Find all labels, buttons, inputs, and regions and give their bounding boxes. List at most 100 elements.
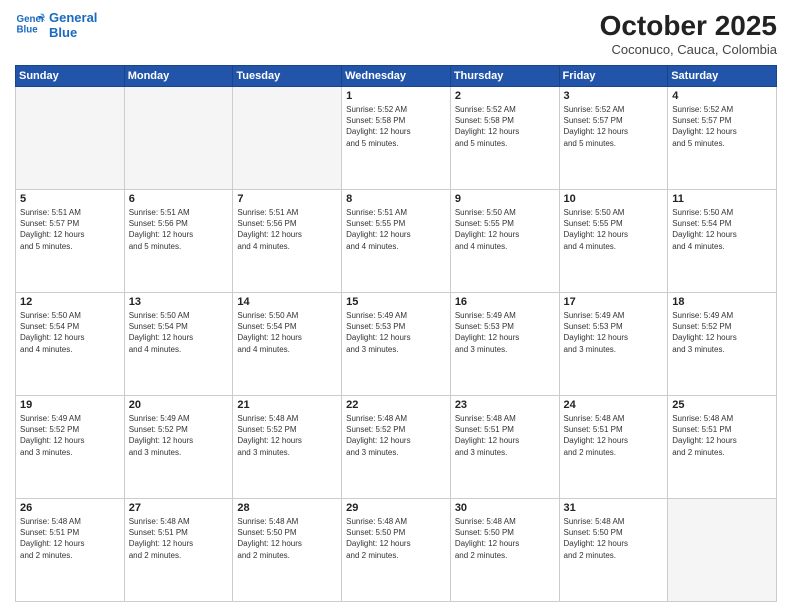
day-number: 11 xyxy=(672,193,772,205)
day-info: Sunrise: 5:48 AM Sunset: 5:51 PM Dayligh… xyxy=(564,413,664,458)
table-row: 17 Sunrise: 5:49 AM Sunset: 5:53 PM Dayli… xyxy=(559,293,668,396)
table-row: 11 Sunrise: 5:50 AM Sunset: 5:54 PM Dayli… xyxy=(668,190,777,293)
month-title: October 2025 xyxy=(600,10,777,42)
day-info: Sunrise: 5:49 AM Sunset: 5:53 PM Dayligh… xyxy=(346,310,446,355)
col-wednesday: Wednesday xyxy=(342,66,451,87)
title-block: October 2025 Coconuco, Cauca, Colombia xyxy=(600,10,777,57)
table-row: 1 Sunrise: 5:52 AM Sunset: 5:58 PM Daylig… xyxy=(342,87,451,190)
day-number: 23 xyxy=(455,399,555,411)
day-info: Sunrise: 5:50 AM Sunset: 5:54 PM Dayligh… xyxy=(20,310,120,355)
table-row: 19 Sunrise: 5:49 AM Sunset: 5:52 PM Dayli… xyxy=(16,396,125,499)
calendar-week-row: 19 Sunrise: 5:49 AM Sunset: 5:52 PM Dayli… xyxy=(16,396,777,499)
day-number: 31 xyxy=(564,502,664,514)
day-info: Sunrise: 5:50 AM Sunset: 5:54 PM Dayligh… xyxy=(237,310,337,355)
table-row: 25 Sunrise: 5:48 AM Sunset: 5:51 PM Dayli… xyxy=(668,396,777,499)
day-info: Sunrise: 5:49 AM Sunset: 5:52 PM Dayligh… xyxy=(672,310,772,355)
day-info: Sunrise: 5:49 AM Sunset: 5:53 PM Dayligh… xyxy=(564,310,664,355)
calendar-week-row: 26 Sunrise: 5:48 AM Sunset: 5:51 PM Dayli… xyxy=(16,499,777,602)
day-info: Sunrise: 5:48 AM Sunset: 5:50 PM Dayligh… xyxy=(237,516,337,561)
logo: General Blue General Blue xyxy=(15,10,97,40)
day-number: 19 xyxy=(20,399,120,411)
day-number: 24 xyxy=(564,399,664,411)
day-info: Sunrise: 5:51 AM Sunset: 5:56 PM Dayligh… xyxy=(129,207,229,252)
day-info: Sunrise: 5:52 AM Sunset: 5:57 PM Dayligh… xyxy=(672,104,772,149)
day-info: Sunrise: 5:48 AM Sunset: 5:50 PM Dayligh… xyxy=(346,516,446,561)
day-info: Sunrise: 5:48 AM Sunset: 5:50 PM Dayligh… xyxy=(564,516,664,561)
table-row: 4 Sunrise: 5:52 AM Sunset: 5:57 PM Daylig… xyxy=(668,87,777,190)
day-info: Sunrise: 5:50 AM Sunset: 5:54 PM Dayligh… xyxy=(129,310,229,355)
day-number: 26 xyxy=(20,502,120,514)
day-info: Sunrise: 5:48 AM Sunset: 5:51 PM Dayligh… xyxy=(20,516,120,561)
table-row: 24 Sunrise: 5:48 AM Sunset: 5:51 PM Dayli… xyxy=(559,396,668,499)
table-row xyxy=(124,87,233,190)
page: General Blue General Blue October 2025 C… xyxy=(0,0,792,612)
day-info: Sunrise: 5:49 AM Sunset: 5:52 PM Dayligh… xyxy=(20,413,120,458)
table-row xyxy=(233,87,342,190)
table-row: 15Sunrise: 5:49 AM Sunset: 5:53 PM Dayli… xyxy=(342,293,451,396)
col-monday: Monday xyxy=(124,66,233,87)
day-info: Sunrise: 5:50 AM Sunset: 5:54 PM Dayligh… xyxy=(672,207,772,252)
col-saturday: Saturday xyxy=(668,66,777,87)
subtitle: Coconuco, Cauca, Colombia xyxy=(600,42,777,57)
table-row xyxy=(16,87,125,190)
table-row: 31 Sunrise: 5:48 AM Sunset: 5:50 PM Dayli… xyxy=(559,499,668,602)
day-info: Sunrise: 5:48 AM Sunset: 5:51 PM Dayligh… xyxy=(455,413,555,458)
day-number: 25 xyxy=(672,399,772,411)
day-info: Sunrise: 5:48 AM Sunset: 5:52 PM Dayligh… xyxy=(237,413,337,458)
day-number: 21 xyxy=(237,399,337,411)
day-number: 16 xyxy=(455,296,555,308)
table-row: 28 Sunrise: 5:48 AM Sunset: 5:50 PM Dayli… xyxy=(233,499,342,602)
day-number: 29 xyxy=(346,502,446,514)
day-number: 14 xyxy=(237,296,337,308)
day-number: 30 xyxy=(455,502,555,514)
header: General Blue General Blue October 2025 C… xyxy=(15,10,777,57)
table-row: 12 Sunrise: 5:50 AM Sunset: 5:54 PM Dayli… xyxy=(16,293,125,396)
table-row: 21 Sunrise: 5:48 AM Sunset: 5:52 PM Dayli… xyxy=(233,396,342,499)
day-number: 27 xyxy=(129,502,229,514)
svg-text:General: General xyxy=(17,14,46,25)
table-row: 5 Sunrise: 5:51 AM Sunset: 5:57 PM Daylig… xyxy=(16,190,125,293)
day-info: Sunrise: 5:52 AM Sunset: 5:58 PM Dayligh… xyxy=(455,104,555,149)
table-row: 10 Sunrise: 5:50 AM Sunset: 5:55 PM Dayli… xyxy=(559,190,668,293)
table-row: 27 Sunrise: 5:48 AM Sunset: 5:51 PM Dayli… xyxy=(124,499,233,602)
table-row: 30 Sunrise: 5:48 AM Sunset: 5:50 PM Dayli… xyxy=(450,499,559,602)
day-number: 18 xyxy=(672,296,772,308)
day-number: 28 xyxy=(237,502,337,514)
day-info: Sunrise: 5:51 AM Sunset: 5:57 PM Dayligh… xyxy=(20,207,120,252)
logo-icon: General Blue xyxy=(15,10,45,40)
calendar-week-row: 5 Sunrise: 5:51 AM Sunset: 5:57 PM Daylig… xyxy=(16,190,777,293)
calendar-table: Sunday Monday Tuesday Wednesday Thursday… xyxy=(15,65,777,602)
day-number: 2 xyxy=(455,90,555,102)
day-info: Sunrise: 5:52 AM Sunset: 5:57 PM Dayligh… xyxy=(564,104,664,149)
day-info: Sunrise: 5:49 AM Sunset: 5:53 PM Dayligh… xyxy=(455,310,555,355)
day-number: 10 xyxy=(564,193,664,205)
day-info: Sunrise: 5:48 AM Sunset: 5:51 PM Dayligh… xyxy=(672,413,772,458)
table-row: 18 Sunrise: 5:49 AM Sunset: 5:52 PM Dayli… xyxy=(668,293,777,396)
col-thursday: Thursday xyxy=(450,66,559,87)
logo-text-general: General xyxy=(49,10,97,25)
svg-text:Blue: Blue xyxy=(17,25,39,36)
day-info: Sunrise: 5:48 AM Sunset: 5:52 PM Dayligh… xyxy=(346,413,446,458)
day-number: 12 xyxy=(20,296,120,308)
day-number: 4 xyxy=(672,90,772,102)
day-info: Sunrise: 5:48 AM Sunset: 5:50 PM Dayligh… xyxy=(455,516,555,561)
day-number: 20 xyxy=(129,399,229,411)
day-number: 6 xyxy=(129,193,229,205)
table-row: 22 Sunrise: 5:48 AM Sunset: 5:52 PM Dayli… xyxy=(342,396,451,499)
day-number: 5 xyxy=(20,193,120,205)
day-number: 22 xyxy=(346,399,446,411)
day-number: 17 xyxy=(564,296,664,308)
day-number: 3 xyxy=(564,90,664,102)
day-info: Sunrise: 5:48 AM Sunset: 5:51 PM Dayligh… xyxy=(129,516,229,561)
table-row: 29 Sunrise: 5:48 AM Sunset: 5:50 PM Dayli… xyxy=(342,499,451,602)
day-info: Sunrise: 5:50 AM Sunset: 5:55 PM Dayligh… xyxy=(455,207,555,252)
table-row: 23 Sunrise: 5:48 AM Sunset: 5:51 PM Dayli… xyxy=(450,396,559,499)
calendar-header-row: Sunday Monday Tuesday Wednesday Thursday… xyxy=(16,66,777,87)
day-info: Sunrise: 5:52 AM Sunset: 5:58 PM Dayligh… xyxy=(346,104,446,149)
day-number: 1 xyxy=(346,90,446,102)
table-row: 7Sunrise: 5:51 AM Sunset: 5:56 PM Daylig… xyxy=(233,190,342,293)
table-row: 13Sunrise: 5:50 AM Sunset: 5:54 PM Dayli… xyxy=(124,293,233,396)
calendar-week-row: 1 Sunrise: 5:52 AM Sunset: 5:58 PM Daylig… xyxy=(16,87,777,190)
day-number: 8 xyxy=(346,193,446,205)
day-info: Sunrise: 5:50 AM Sunset: 5:55 PM Dayligh… xyxy=(564,207,664,252)
